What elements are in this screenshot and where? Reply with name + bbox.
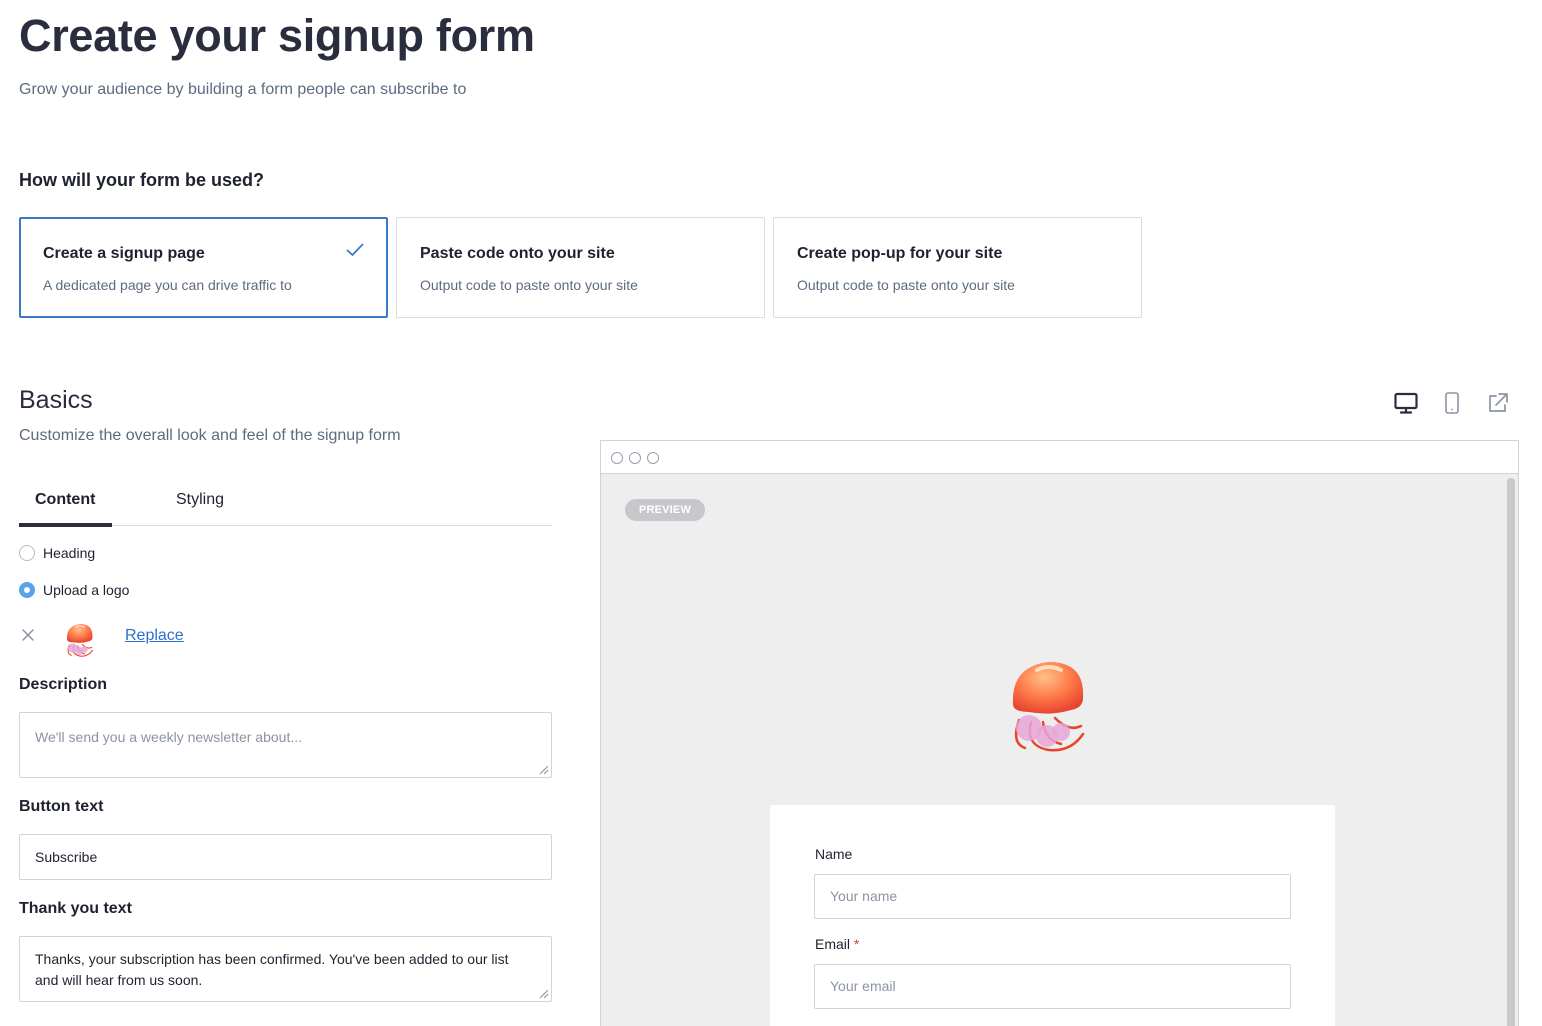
usage-question: How will your form be used? xyxy=(19,170,265,190)
preview-email-label: Email * xyxy=(815,936,859,952)
option-title: Create pop-up for your site xyxy=(797,245,1003,262)
page-subtitle: Grow your audience by building a form pe… xyxy=(19,81,467,98)
mobile-icon[interactable] xyxy=(1439,391,1465,415)
radio-heading[interactable]: Heading xyxy=(19,545,95,561)
option-description: Output code to paste onto your site xyxy=(420,277,638,293)
option-popup[interactable]: Create pop-up for your site Output code … xyxy=(773,217,1142,318)
email-label-text: Email xyxy=(815,936,851,952)
window-dot xyxy=(629,452,641,464)
replace-logo-link[interactable]: Replace xyxy=(125,627,184,645)
button-text-label: Button text xyxy=(19,798,104,815)
tab-content[interactable]: Content xyxy=(35,491,95,509)
basics-subtitle: Customize the overall look and feel of t… xyxy=(19,427,401,444)
jellyfish-icon xyxy=(1012,662,1085,752)
page-title: Create your signup form xyxy=(19,10,535,61)
thank-you-textarea[interactable]: Thanks, your subscription has been confi… xyxy=(19,936,552,1002)
radio-label: Upload a logo xyxy=(43,582,130,598)
basics-title: Basics xyxy=(19,386,93,414)
window-dot xyxy=(647,452,659,464)
radio-upload-logo[interactable]: Upload a logo xyxy=(19,582,129,598)
preview-email-input[interactable]: Your email xyxy=(814,964,1291,1009)
option-description: Output code to paste onto your site xyxy=(797,277,1015,293)
option-paste-code[interactable]: Paste code onto your site Output code to… xyxy=(396,217,765,318)
preview-email-placeholder: Your email xyxy=(830,978,896,994)
preview-form-card: Name Your name Email * Your email xyxy=(770,805,1335,1026)
checkmark-icon xyxy=(346,243,364,256)
option-description: A dedicated page you can drive traffic t… xyxy=(43,277,292,293)
tab-styling[interactable]: Styling xyxy=(176,491,224,509)
thank-you-label: Thank you text xyxy=(19,900,132,917)
option-signup-page[interactable]: Create a signup page A dedicated page yo… xyxy=(19,217,388,318)
radio-label: Heading xyxy=(43,545,96,561)
radio-circle[interactable] xyxy=(19,545,35,561)
desktop-icon[interactable] xyxy=(1393,391,1419,415)
jellyfish-icon xyxy=(66,624,93,657)
button-text-value: Subscribe xyxy=(35,849,98,865)
preview-scrollbar[interactable] xyxy=(1507,478,1515,1026)
required-marker: * xyxy=(853,936,860,952)
browser-toolbar xyxy=(601,441,1518,474)
preview-badge: PREVIEW xyxy=(625,499,705,521)
resize-handle-icon[interactable] xyxy=(539,989,549,999)
description-textarea[interactable]: We'll send you a weekly newsletter about… xyxy=(19,712,552,778)
preview-name-placeholder: Your name xyxy=(830,888,898,904)
external-link-icon[interactable] xyxy=(1485,391,1511,415)
preview-name-label: Name xyxy=(815,846,853,862)
resize-handle-icon[interactable] xyxy=(539,765,549,775)
radio-circle[interactable] xyxy=(19,582,35,598)
button-text-input[interactable]: Subscribe xyxy=(19,834,552,880)
option-title: Create a signup page xyxy=(43,245,205,262)
basics-tabs: Content Styling xyxy=(19,483,552,527)
preview-window: PREVIEW Name Your name Email * Your emai… xyxy=(600,440,1519,1026)
close-icon[interactable] xyxy=(21,628,35,642)
window-dot xyxy=(611,452,623,464)
description-placeholder: We'll send you a weekly newsletter about… xyxy=(35,729,302,745)
option-title: Paste code onto your site xyxy=(420,245,615,262)
thank-you-value: Thanks, your subscription has been confi… xyxy=(35,951,509,988)
active-tab-indicator xyxy=(19,523,112,527)
preview-name-input[interactable]: Your name xyxy=(814,874,1291,919)
description-label: Description xyxy=(19,676,108,693)
